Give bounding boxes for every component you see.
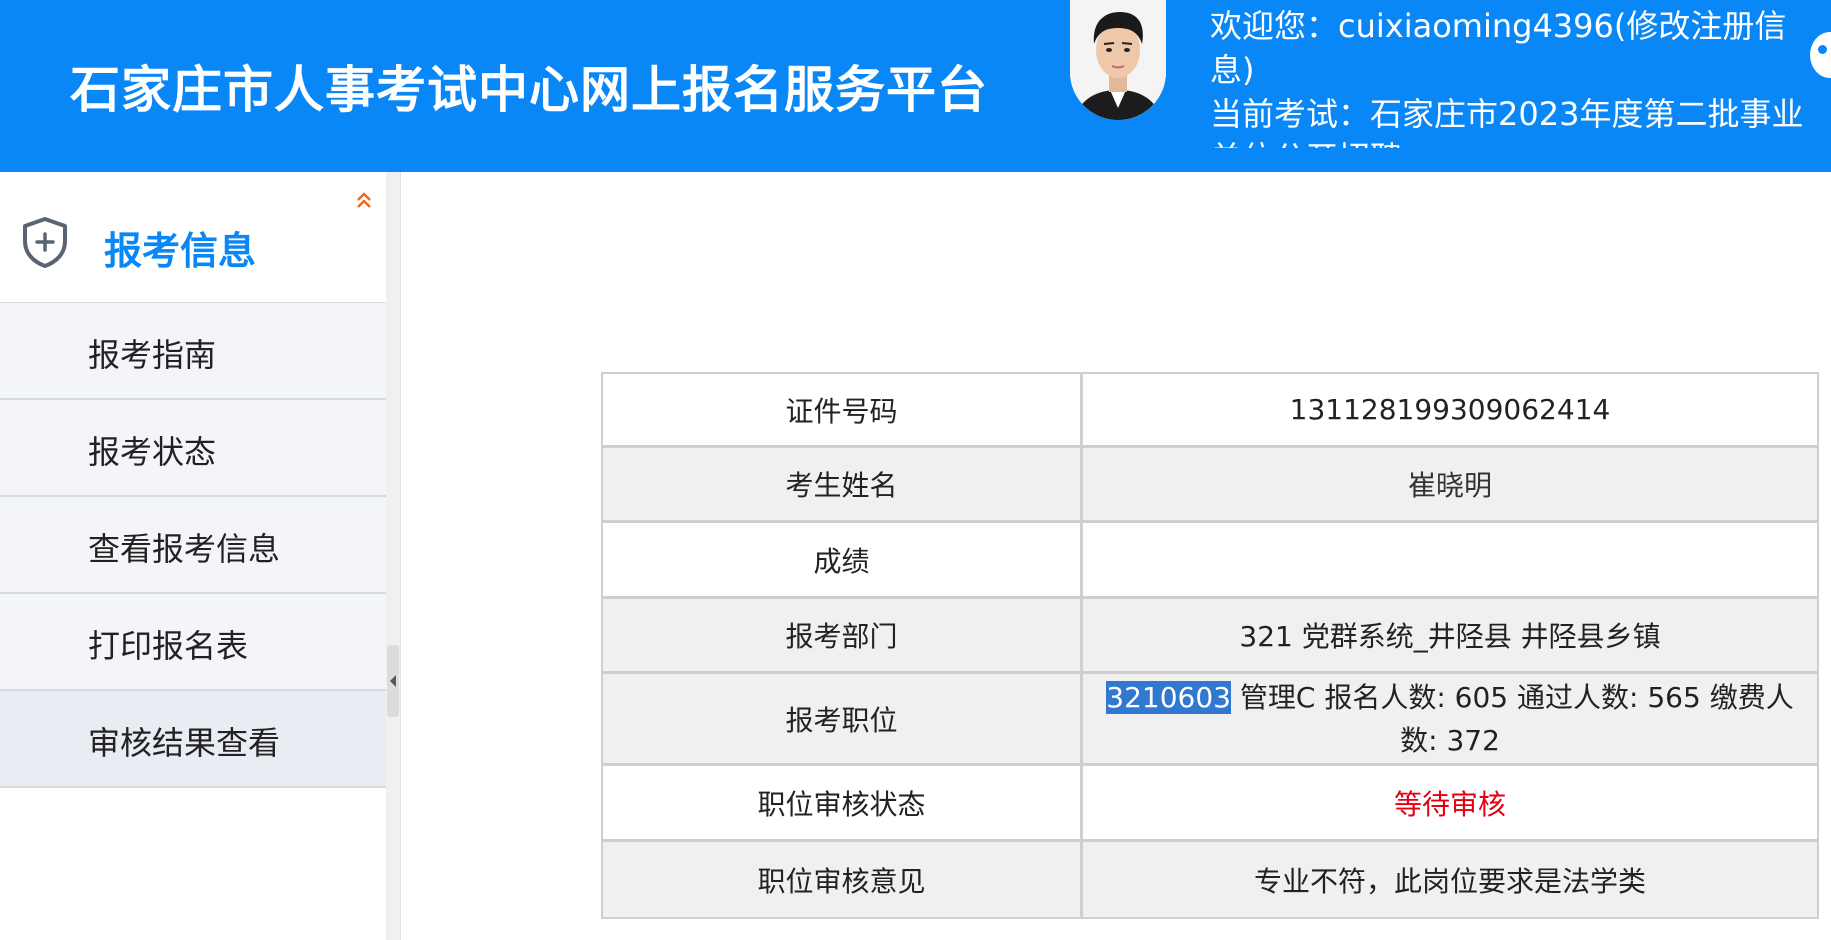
- row-value-review-status: 等待审核: [1083, 766, 1817, 842]
- row-label-position: 报考职位: [603, 674, 1083, 766]
- row-label-id-number: 证件号码: [603, 374, 1083, 448]
- welcome-text[interactable]: 欢迎您：cuixiaoming4396(修改注册信息): [1210, 4, 1810, 92]
- table-row: 成绩: [603, 523, 1817, 599]
- row-value-review-opinion: 专业不符，此岗位要求是法学类: [1083, 842, 1817, 917]
- sidebar: 报考信息 报考指南 报考状态 查看报考信息 打印报名表 审核结果查看: [0, 172, 387, 940]
- sidebar-splitter[interactable]: [386, 172, 401, 940]
- row-value-id-number: 131128199309062414: [1083, 374, 1817, 448]
- sidebar-item-label: 审核结果查看: [88, 724, 281, 762]
- sidebar-item-print-form[interactable]: 打印报名表: [0, 594, 386, 691]
- sidebar-item-guide[interactable]: 报考指南: [0, 303, 386, 400]
- double-chevron-up-icon[interactable]: [353, 190, 375, 212]
- row-label-name: 考生姓名: [603, 448, 1083, 523]
- selected-position-code[interactable]: 3210603: [1106, 680, 1231, 714]
- row-label-department: 报考部门: [603, 599, 1083, 674]
- sidebar-item-label: 查看报考信息: [88, 530, 281, 568]
- help-icon[interactable]: [1810, 32, 1831, 78]
- position-details: 管理C 报名人数: 605 通过人数: 565 缴费人数: 372: [1230, 680, 1794, 757]
- registration-info-table: 证件号码 131128199309062414 考生姓名 崔晓明 成绩 报考部门…: [601, 372, 1819, 919]
- row-label-score: 成绩: [603, 523, 1083, 599]
- avatar-photo-icon: [1070, 0, 1166, 120]
- sidebar-item-status[interactable]: 报考状态: [0, 400, 386, 497]
- row-value-score: [1083, 523, 1817, 599]
- sidebar-header: 报考信息: [0, 172, 386, 303]
- sidebar-menu: 报考指南 报考状态 查看报考信息 打印报名表 审核结果查看: [0, 303, 386, 788]
- sidebar-title: 报考信息: [104, 229, 257, 273]
- sidebar-item-review-result[interactable]: 审核结果查看: [0, 691, 386, 788]
- table-row: 报考职位 3210603 管理C 报名人数: 605 通过人数: 565 缴费人…: [603, 674, 1817, 766]
- table-row: 职位审核状态 等待审核: [603, 766, 1817, 842]
- table-row: 考生姓名 崔晓明: [603, 448, 1817, 523]
- shield-plus-icon: [23, 217, 67, 268]
- row-value-position: 3210603 管理C 报名人数: 605 通过人数: 565 缴费人数: 37…: [1083, 674, 1817, 766]
- row-value-name: 崔晓明: [1083, 448, 1817, 523]
- row-label-review-opinion: 职位审核意见: [603, 842, 1083, 917]
- top-header: 石家庄市人事考试中心网上报名服务平台 欢迎您：cuixiaoming4396(修…: [0, 0, 1831, 172]
- table-row: 证件号码 131128199309062414: [603, 374, 1817, 448]
- row-value-department: 321 党群系统_井陉县 井陉县乡镇: [1083, 599, 1817, 674]
- row-label-review-status: 职位审核状态: [603, 766, 1083, 842]
- site-title: 石家庄市人事考试中心网上报名服务平台: [70, 61, 988, 119]
- table-row: 报考部门 321 党群系统_井陉县 井陉县乡镇: [603, 599, 1817, 674]
- table-row: 职位审核意见 专业不符，此岗位要求是法学类: [603, 842, 1817, 917]
- collapse-arrow-icon[interactable]: [387, 645, 399, 717]
- sidebar-item-label: 打印报名表: [88, 627, 249, 665]
- current-exam-text: 当前考试：石家庄市2023年度第二批事业单位公开招聘: [1210, 95, 1804, 148]
- user-info: 欢迎您：cuixiaoming4396(修改注册信息) 当前考试：石家庄市202…: [1210, 4, 1810, 148]
- avatar[interactable]: [1070, 0, 1166, 120]
- sidebar-item-view-info[interactable]: 查看报考信息: [0, 497, 386, 594]
- sidebar-item-label: 报考指南: [88, 336, 217, 374]
- sidebar-item-label: 报考状态: [88, 433, 217, 471]
